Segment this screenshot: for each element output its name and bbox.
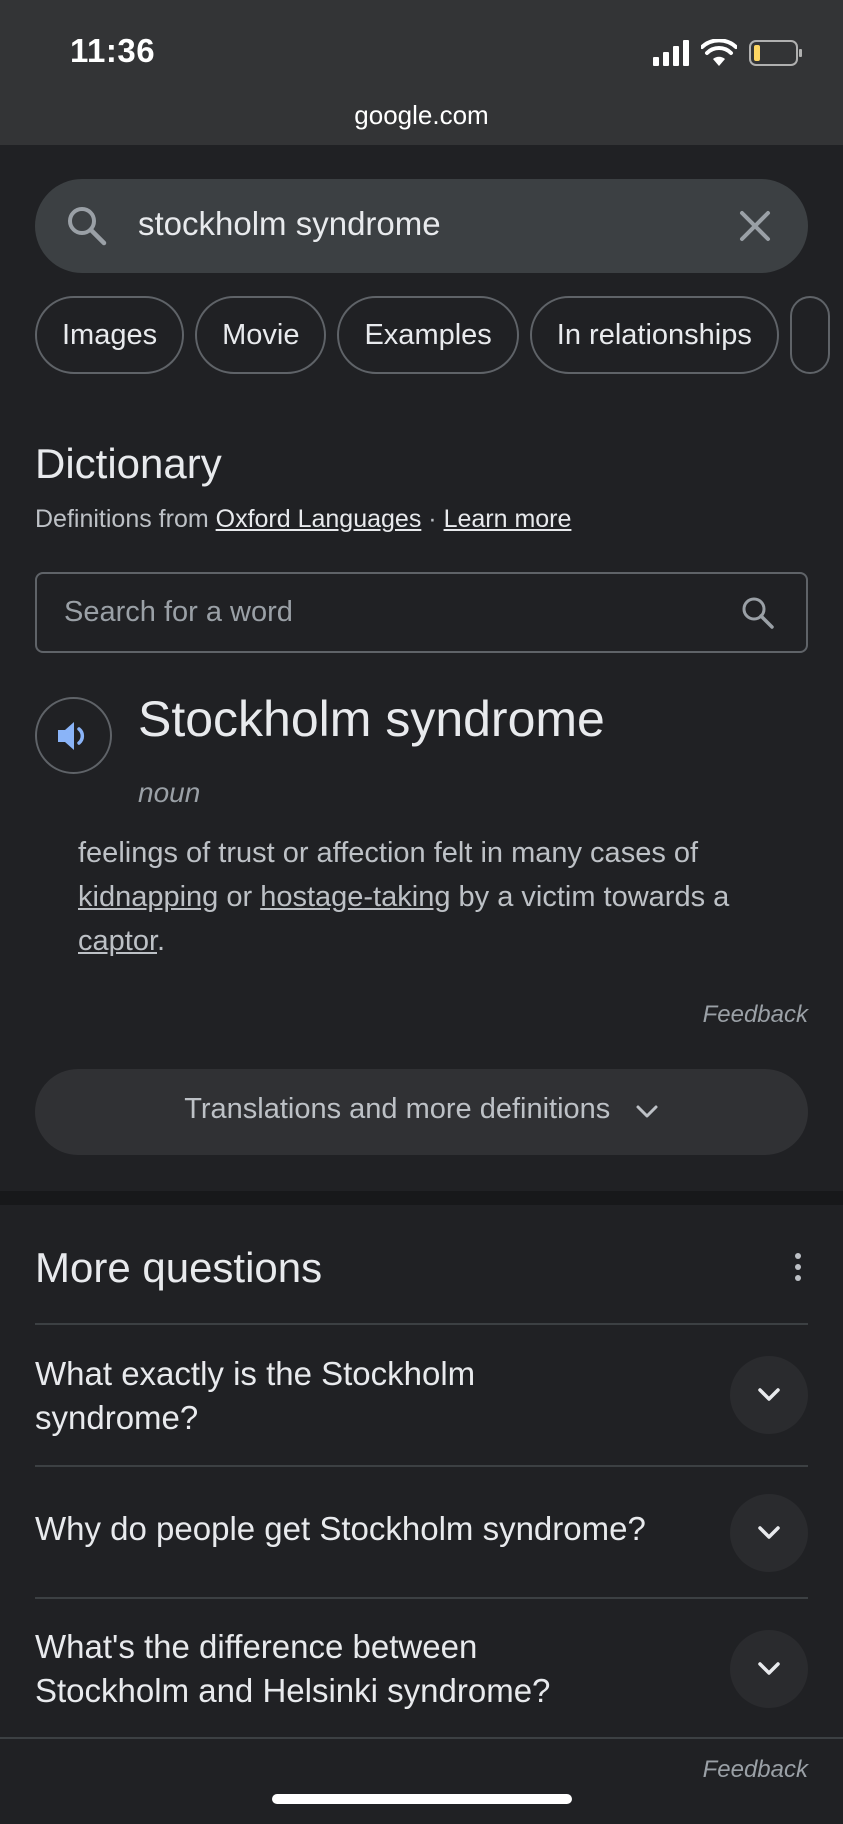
chip-partial[interactable] <box>789 296 830 374</box>
definition-part: feelings of trust or affection felt in m… <box>78 837 699 869</box>
definition-text: feelings of trust or affection felt in m… <box>78 831 808 963</box>
more-options-icon[interactable] <box>793 1252 803 1282</box>
question-row[interactable]: Why do people get Stockholm syndrome? <box>35 1465 808 1597</box>
chip-movie[interactable]: Movie <box>195 296 327 374</box>
search-input[interactable]: stockholm syndrome <box>138 205 441 243</box>
status-icons <box>653 36 803 70</box>
separator-dot: · <box>428 505 437 533</box>
filter-chips: Images Movie Examples In relationships <box>35 296 843 374</box>
address-bar-url[interactable]: google.com <box>0 100 843 131</box>
signal-icon <box>653 40 689 66</box>
browser-top-bar: 11:36 google.com <box>0 0 843 145</box>
expand-question-button[interactable] <box>730 1356 808 1434</box>
definition-part: or <box>218 881 261 913</box>
speaker-icon <box>58 722 85 750</box>
part-of-speech: noun <box>138 777 201 808</box>
more-questions-title: More questions <box>35 1244 323 1291</box>
home-indicator[interactable] <box>272 1794 572 1804</box>
expand-question-button[interactable] <box>730 1630 808 1708</box>
hostage-taking-link[interactable]: hostage-taking <box>260 881 450 913</box>
question-row[interactable]: What exactly is the Stockholm syndrome? <box>35 1323 808 1465</box>
chevron-down-icon <box>758 1526 780 1539</box>
headword: Stockholm syndrome <box>138 691 605 747</box>
learn-more-link[interactable]: Learn more <box>444 505 572 533</box>
oxford-languages-link[interactable]: Oxford Languages <box>216 505 422 533</box>
wifi-icon <box>701 39 737 66</box>
chip-in-relationships[interactable]: In relationships <box>529 296 779 374</box>
word-search-field[interactable]: Search for a word <box>35 572 808 653</box>
captor-link[interactable]: captor <box>78 925 157 957</box>
dictionary-title: Dictionary <box>35 440 222 487</box>
questions-feedback-link[interactable]: Feedback <box>703 1756 808 1784</box>
question-row[interactable]: What's the difference between Stockholm … <box>35 1597 808 1737</box>
section-divider <box>0 1191 843 1205</box>
dictionary-source: Definitions from Oxford Languages · Lear… <box>35 505 571 534</box>
search-box[interactable]: stockholm syndrome <box>35 179 808 273</box>
status-time: 11:36 <box>70 32 156 69</box>
chevron-down-icon <box>758 1388 780 1401</box>
chip-images[interactable]: Images <box>35 296 185 374</box>
question-text[interactable]: What's the difference between Stockholm … <box>35 1625 635 1713</box>
definition-part: . <box>157 925 166 957</box>
pronunciation-button[interactable] <box>35 697 112 774</box>
expand-question-button[interactable] <box>730 1494 808 1572</box>
definitions-from-label: Definitions from <box>35 505 209 533</box>
translations-more-definitions-button[interactable]: Translations and more definitions <box>35 1069 808 1155</box>
close-icon[interactable] <box>734 205 776 247</box>
chevron-down-icon <box>758 1662 780 1675</box>
section-bottom-divider <box>0 1737 843 1739</box>
more-definitions-label: Translations and more definitions <box>184 1093 611 1125</box>
search-icon[interactable] <box>740 595 776 631</box>
kidnapping-link[interactable]: kidnapping <box>78 881 218 913</box>
word-search-placeholder[interactable]: Search for a word <box>64 596 293 629</box>
question-text[interactable]: What exactly is the Stockholm syndrome? <box>35 1352 555 1440</box>
chevron-down-icon <box>636 1105 658 1118</box>
question-text[interactable]: Why do people get Stockholm syndrome? <box>35 1507 695 1551</box>
dictionary-feedback-link[interactable]: Feedback <box>703 1001 808 1029</box>
search-icon[interactable] <box>65 204 109 248</box>
chip-examples[interactable]: Examples <box>337 296 519 374</box>
definition-part: by a victim towards a <box>450 881 730 913</box>
battery-icon <box>749 40 802 66</box>
